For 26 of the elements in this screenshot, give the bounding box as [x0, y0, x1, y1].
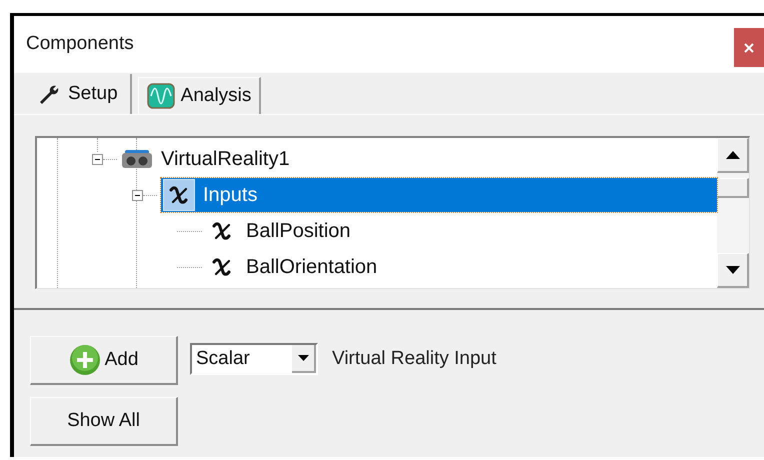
dropdown-arrow-icon: [298, 355, 308, 361]
tree-item[interactable]: BallPosition: [206, 214, 359, 248]
tree-item[interactable]: BallOrientation: [206, 250, 386, 284]
scrollbar[interactable]: [717, 138, 749, 288]
window-title: Components: [26, 32, 134, 56]
type-dropdown[interactable]: Scalar: [190, 343, 318, 375]
up-arrow-icon: [726, 151, 740, 159]
scroll-up-button[interactable]: [717, 138, 749, 173]
variable-icon: [163, 179, 195, 211]
tree-item[interactable]: Inputs: [161, 178, 717, 212]
add-icon: [68, 344, 101, 376]
oscilloscope-icon: [146, 83, 175, 109]
close-icon: [744, 42, 754, 52]
vr-headset-icon: [121, 149, 153, 169]
scroll-down-button[interactable]: [717, 253, 749, 288]
collapse-toggle[interactable]: [132, 190, 143, 200]
tab[interactable]: Analysis: [138, 77, 262, 114]
scroll-thumb[interactable]: [717, 178, 749, 198]
close-button[interactable]: [734, 28, 764, 67]
add-button[interactable]: Add: [30, 336, 178, 385]
show-all-button[interactable]: Show All: [30, 397, 178, 446]
down-arrow-icon: [726, 266, 740, 274]
collapse-toggle[interactable]: [92, 154, 103, 164]
wrench-icon: [38, 84, 60, 104]
tree-item[interactable]: VirtualReality1: [121, 142, 298, 176]
type-label: Virtual Reality Input: [332, 346, 496, 371]
